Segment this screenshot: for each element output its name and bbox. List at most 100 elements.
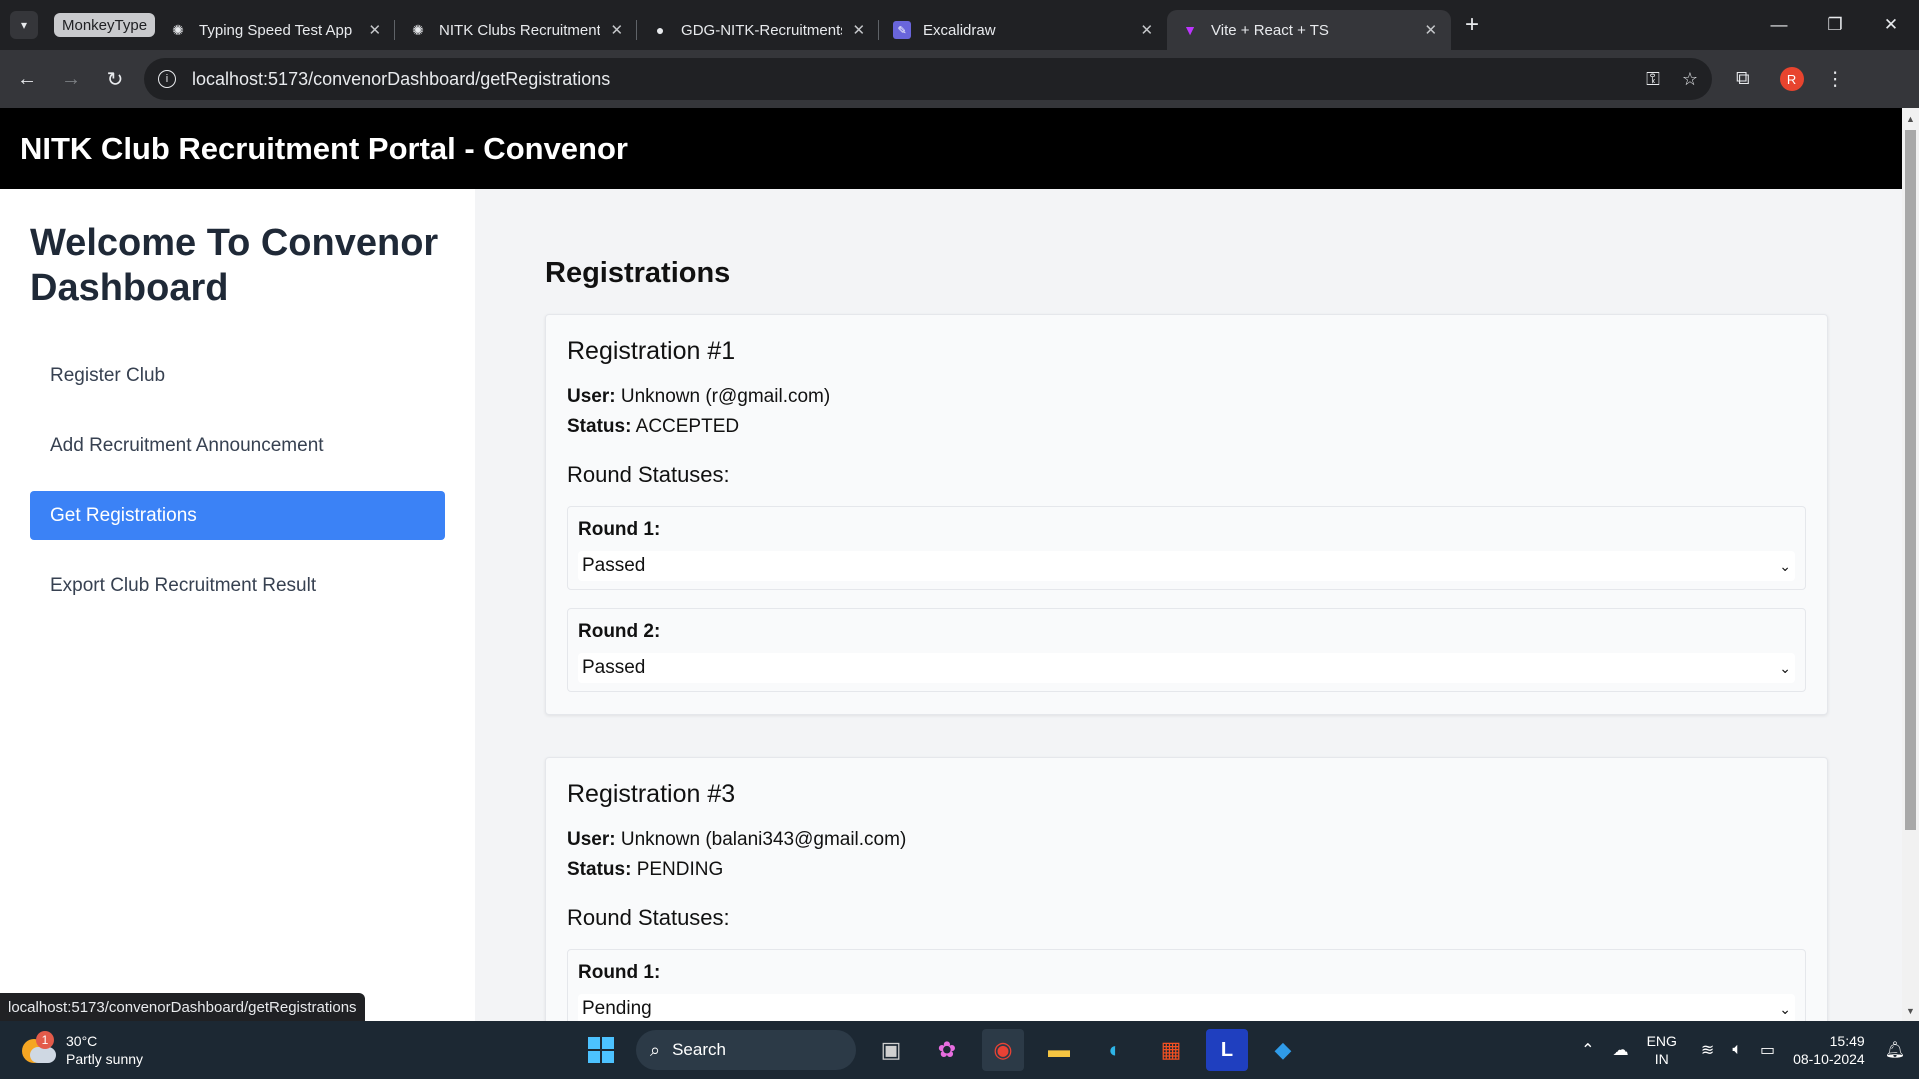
sidebar-item-export-results[interactable]: Export Club Recruitment Result [30, 561, 445, 610]
restore-button[interactable]: ❐ [1807, 0, 1863, 50]
wifi-icon[interactable]: ≋ [1701, 1040, 1714, 1060]
round-item: Round 1: Passed ⌄ [567, 506, 1806, 590]
new-tab-button[interactable]: + [1465, 11, 1479, 39]
system-tray: ⌃ ☁ ENG IN ≋ 🔈︎ ▭ 15:49 08-10-2024 🔔︎ [1581, 1021, 1919, 1079]
scrollbar-thumb[interactable] [1905, 130, 1916, 830]
taskbar-search[interactable]: ⌕ Search [636, 1030, 856, 1070]
back-button[interactable]: ← [8, 60, 46, 98]
vite-icon: ▼ [1183, 22, 1197, 38]
windows-icon [588, 1037, 614, 1063]
registration-user: User: Unknown (balani343@gmail.com) [567, 825, 1806, 855]
scroll-up-arrow-icon[interactable]: ▲ [1902, 110, 1919, 127]
browser-tab-bar: ▾ MonkeyType ✺ Typing Speed Test App ✕ ✺… [0, 0, 1919, 50]
round-select-value: Pending [582, 998, 652, 1019]
openai-icon: ✺ [412, 21, 424, 38]
round-label: Round 2: [578, 621, 661, 642]
sidebar-item-get-registrations[interactable]: Get Registrations [30, 491, 445, 540]
app-header: NITK Club Recruitment Portal - Convenor [0, 108, 1902, 189]
chevron-down-icon: ⌄ [1779, 557, 1791, 574]
star-icon[interactable]: ☆ [1682, 69, 1698, 90]
round-status-select[interactable]: Passed ⌄ [578, 653, 1795, 683]
lang-code: ENG [1646, 1033, 1677, 1049]
chevron-down-icon: ⌄ [1779, 659, 1791, 676]
lang-region: IN [1654, 1051, 1669, 1067]
volume-icon[interactable]: 🔈︎ [1732, 1041, 1742, 1059]
taskbar-apps: ⌕ Search ▣ ✿ ◉ ▬ ◐ ▦ L ◆ [580, 1021, 1304, 1079]
chrome-icon[interactable]: ◉ [982, 1029, 1024, 1071]
close-icon[interactable]: ✕ [852, 21, 865, 39]
tab-group-label[interactable]: MonkeyType [54, 13, 156, 37]
excalidraw-icon: ✎ [893, 21, 912, 39]
tab-typing-speed[interactable]: ✺ Typing Speed Test App ✕ [155, 10, 396, 50]
round-status-select[interactable]: Passed ⌄ [578, 551, 1795, 581]
site-info-icon[interactable]: i [158, 70, 176, 88]
vscode-icon[interactable]: ◆ [1262, 1029, 1304, 1071]
profile-avatar[interactable]: R [1779, 67, 1804, 91]
task-view-icon[interactable]: ▣ [870, 1029, 912, 1071]
forward-button[interactable]: → [52, 60, 90, 98]
user-label: User: [567, 829, 616, 850]
tab-excalidraw[interactable]: ✎ Excalidraw ✕ [879, 10, 1167, 50]
tab-search-button[interactable]: ▾ [10, 11, 38, 39]
round-item: Round 2: Passed ⌄ [567, 608, 1806, 692]
status-label: Status: [567, 859, 632, 880]
partly-sunny-icon: 1 [22, 1031, 56, 1065]
notification-bell-icon[interactable]: 🔔︎ [1885, 1040, 1905, 1060]
tab-vite-react[interactable]: ▼ Vite + React + TS ✕ [1167, 10, 1452, 50]
edge-icon[interactable]: ◐ [1094, 1029, 1136, 1071]
battery-icon[interactable]: ▭ [1760, 1040, 1775, 1060]
language-indicator[interactable]: ENG IN [1647, 1032, 1677, 1068]
round-statuses-heading: Round Statuses: [567, 462, 730, 487]
menu-icon[interactable]: ⋮ [1826, 68, 1845, 91]
main-content: Registrations Registration #1 User: Unkn… [475, 189, 1902, 1021]
close-icon[interactable]: ✕ [368, 21, 381, 39]
weather-desc: Partly sunny [66, 1051, 144, 1067]
round-select-value: Passed [582, 555, 646, 576]
clock[interactable]: 15:49 08-10-2024 [1793, 1032, 1865, 1068]
close-window-button[interactable]: ✕ [1863, 0, 1919, 50]
round-status-select[interactable]: Pending ⌄ [578, 994, 1795, 1021]
onedrive-icon[interactable]: ☁ [1613, 1040, 1629, 1060]
registration-card: Registration #1 User: Unknown (r@gmail.c… [545, 314, 1828, 715]
page-scrollbar[interactable]: ▲ ▼ [1902, 108, 1919, 1021]
tab-github[interactable]: ● GDG-NITK-Recruitments-2024/ ✕ [637, 10, 880, 50]
chevron-up-icon[interactable]: ⌃ [1581, 1040, 1594, 1060]
weather-widget[interactable]: 1 30°C Partly sunny [22, 1031, 144, 1068]
status-value: ACCEPTED [635, 416, 740, 437]
sidebar-item-register-club[interactable]: Register Club [30, 351, 445, 400]
close-icon[interactable]: ✕ [1424, 21, 1437, 39]
chevron-down-icon: ⌄ [1779, 1000, 1791, 1017]
weather-temp: 30°C [66, 1033, 98, 1049]
reload-button[interactable]: ↻ [96, 60, 134, 98]
address-bar[interactable]: i localhost:5173/convenorDashboard/getRe… [144, 58, 1712, 100]
close-icon[interactable]: ✕ [1140, 21, 1153, 39]
windows-taskbar: 1 30°C Partly sunny ⌕ Search ▣ ✿ ◉ ▬ ◐ ▦… [0, 1021, 1919, 1079]
clock-time: 15:49 [1829, 1033, 1865, 1049]
start-button[interactable] [580, 1029, 622, 1071]
tab-title: Vite + React + TS [1211, 21, 1329, 39]
status-label: Status: [567, 416, 632, 437]
round-label: Round 1: [578, 962, 661, 983]
sidebar-item-add-announcement[interactable]: Add Recruitment Announcement [30, 421, 445, 470]
copilot-icon[interactable]: ✿ [926, 1029, 968, 1071]
link-status-tooltip: localhost:5173/convenorDashboard/getRegi… [0, 993, 365, 1021]
clock-date: 08-10-2024 [1793, 1051, 1865, 1067]
user-value: Unknown (r@gmail.com) [620, 386, 831, 407]
round-statuses-heading: Round Statuses: [567, 905, 730, 930]
registration-user: User: Unknown (r@gmail.com) [567, 382, 1806, 412]
round-select-value: Passed [582, 657, 646, 678]
key-icon[interactable]: ⚿ [1646, 69, 1660, 90]
page-viewport: NITK Club Recruitment Portal - Convenor … [0, 108, 1902, 1021]
page-title: Registrations [545, 257, 731, 289]
tab-nitk-clubs[interactable]: ✺ NITK Clubs Recruitment Web A ✕ [395, 10, 638, 50]
registration-status: Status: ACCEPTED [567, 412, 1806, 442]
scroll-down-arrow-icon[interactable]: ▼ [1902, 1002, 1919, 1019]
file-explorer-icon[interactable]: ▬ [1038, 1029, 1080, 1071]
minimize-button[interactable]: — [1751, 0, 1807, 50]
user-label: User: [567, 386, 616, 407]
extensions-icon[interactable]: ⧉ [1736, 68, 1750, 90]
l-app-icon[interactable]: L [1206, 1029, 1248, 1071]
microsoft-store-icon[interactable]: ▦ [1150, 1029, 1192, 1071]
close-icon[interactable]: ✕ [610, 21, 623, 39]
search-label: Search [672, 1040, 726, 1059]
